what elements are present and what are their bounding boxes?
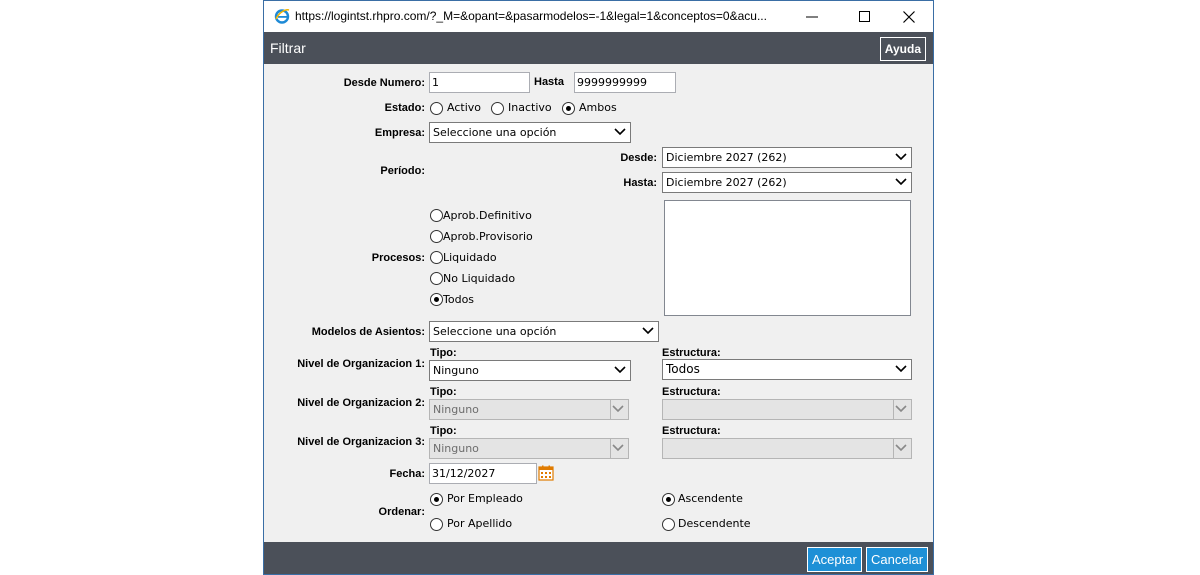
help-button[interactable]: Ayuda — [879, 37, 926, 61]
ordenar-ascendente-radio[interactable] — [662, 493, 675, 506]
nivel-1-estructura-select[interactable]: Todos — [662, 359, 912, 380]
chevron-down-icon — [614, 366, 626, 374]
close-icon — [903, 10, 915, 23]
nivel-1-tipo-label: Tipo: — [430, 347, 457, 359]
nivel-1-tipo-select[interactable]: Ninguno — [429, 360, 631, 381]
empresa-label: Empresa: — [374, 127, 425, 139]
minimize-icon — [806, 16, 818, 17]
nivel-2-estructura-select — [662, 399, 912, 420]
chevron-down-icon — [895, 365, 907, 373]
chevron-down-icon — [895, 178, 907, 186]
nivel-2-estructura-label: Estructura: — [662, 386, 721, 398]
nivel-1-estructura-label: Estructura: — [662, 347, 721, 359]
periodo-desde-value: Diciembre 2027 (262) — [666, 151, 787, 164]
ordenar-por-empleado-radio[interactable] — [430, 493, 443, 506]
nivel-3-estructura-label: Estructura: — [662, 425, 721, 437]
modelos-select[interactable]: Seleccione una opción — [429, 321, 659, 342]
chevron-down-icon — [614, 128, 626, 136]
procesos-listbox[interactable] — [664, 200, 911, 316]
periodo-hasta-select[interactable]: Diciembre 2027 (262) — [662, 172, 912, 193]
chevron-down-icon — [612, 444, 624, 452]
ordenar-por-apellido-radio[interactable] — [430, 518, 443, 531]
periodo-label: Período: — [380, 165, 425, 177]
chevron-down-icon — [895, 405, 907, 413]
window-url: https://logintst.rhpro.com/?_M=&opant=&p… — [295, 9, 767, 23]
estado-inactivo-radio[interactable] — [491, 102, 504, 115]
fecha-label: Fecha: — [389, 468, 425, 480]
nivel-2-tipo-label: Tipo: — [430, 386, 457, 398]
estado-activo-label: Activo — [447, 101, 481, 114]
estado-activo-radio[interactable] — [430, 102, 443, 115]
estado-inactivo-label: Inactivo — [508, 101, 552, 114]
desde-numero-label: Desde Numero: — [343, 77, 425, 89]
nivel-3-tipo-label: Tipo: — [430, 425, 457, 437]
modelos-label: Modelos de Asientos: — [311, 326, 425, 338]
cancel-button[interactable]: Cancelar — [866, 547, 929, 572]
dialog-title: Filtrar — [270, 40, 306, 56]
proceso-todos-radio[interactable] — [430, 293, 443, 306]
fecha-input[interactable]: 31/12/2027 — [429, 463, 537, 484]
nivel-2-tipo-value: Ninguno — [433, 403, 479, 416]
empresa-select-value: Seleccione una opción — [433, 126, 557, 139]
nivel-1-tipo-value: Ninguno — [433, 364, 479, 377]
ordenar-ascendente-label: Ascendente — [678, 492, 743, 505]
close-button[interactable] — [886, 1, 932, 32]
nivel-1-label: Nivel de Organizacion 1: — [297, 358, 425, 370]
estado-ambos-label: Ambos — [579, 101, 617, 114]
nivel-2-label: Nivel de Organizacion 2: — [297, 397, 425, 409]
proceso-todos-label: Todos — [443, 293, 475, 306]
ordenar-label: Ordenar: — [378, 506, 425, 518]
title-bar: https://logintst.rhpro.com/?_M=&opant=&p… — [264, 1, 933, 32]
maximize-button[interactable] — [841, 1, 887, 32]
ordenar-descendente-radio[interactable] — [662, 518, 675, 531]
ordenar-por-empleado-label: Por Empleado — [447, 492, 523, 505]
chevron-down-icon — [642, 327, 654, 335]
hasta-numero-label: Hasta — [534, 76, 564, 88]
nivel-3-tipo-select: Ninguno — [429, 438, 629, 459]
calendar-icon[interactable] — [538, 465, 554, 481]
desde-numero-input[interactable]: 1 — [429, 72, 530, 93]
periodo-desde-select[interactable]: Diciembre 2027 (262) — [662, 147, 912, 168]
dialog-footer: Aceptar Cancelar — [264, 542, 933, 574]
ordenar-descendente-label: Descendente — [678, 517, 751, 530]
chevron-down-icon — [612, 405, 624, 413]
chevron-down-icon — [895, 444, 907, 452]
proceso-liquidado-label: Liquidado — [443, 251, 497, 264]
maximize-icon — [858, 11, 870, 22]
procesos-label: Procesos: — [371, 252, 425, 264]
periodo-desde-label: Desde: — [620, 152, 657, 164]
proceso-aprob-provisorio-radio[interactable] — [430, 230, 443, 243]
accept-button[interactable]: Aceptar — [807, 547, 862, 572]
periodo-hasta-label: Hasta: — [623, 177, 657, 189]
proceso-aprob-definitivo-label: Aprob.Definitivo — [443, 209, 532, 222]
proceso-no-liquidado-label: No Liquidado — [443, 272, 516, 285]
dialog-header: Filtrar Ayuda — [264, 32, 933, 64]
proceso-aprob-provisorio-label: Aprob.Provisorio — [443, 230, 533, 243]
proceso-no-liquidado-radio[interactable] — [430, 272, 443, 285]
estado-ambos-radio[interactable] — [562, 102, 575, 115]
minimize-button[interactable] — [789, 1, 835, 32]
internet-explorer-icon — [274, 9, 290, 24]
modelos-select-value: Seleccione una opción — [433, 325, 557, 338]
nivel-3-label: Nivel de Organizacion 3: — [297, 436, 425, 448]
chevron-down-icon — [895, 153, 907, 161]
estado-label: Estado: — [384, 102, 425, 114]
empresa-select[interactable]: Seleccione una opción — [429, 122, 631, 143]
periodo-hasta-value: Diciembre 2027 (262) — [666, 176, 787, 189]
proceso-aprob-definitivo-radio[interactable] — [430, 209, 443, 222]
nivel-2-tipo-select: Ninguno — [429, 399, 629, 420]
ordenar-por-apellido-label: Por Apellido — [447, 517, 513, 530]
nivel-3-estructura-select — [662, 438, 912, 459]
dialog-window: https://logintst.rhpro.com/?_M=&opant=&p… — [263, 0, 934, 575]
nivel-3-tipo-value: Ninguno — [433, 442, 479, 455]
hasta-numero-input[interactable]: 9999999999 — [574, 72, 676, 93]
nivel-1-estructura-value: Todos — [666, 362, 700, 376]
proceso-liquidado-radio[interactable] — [430, 251, 443, 264]
